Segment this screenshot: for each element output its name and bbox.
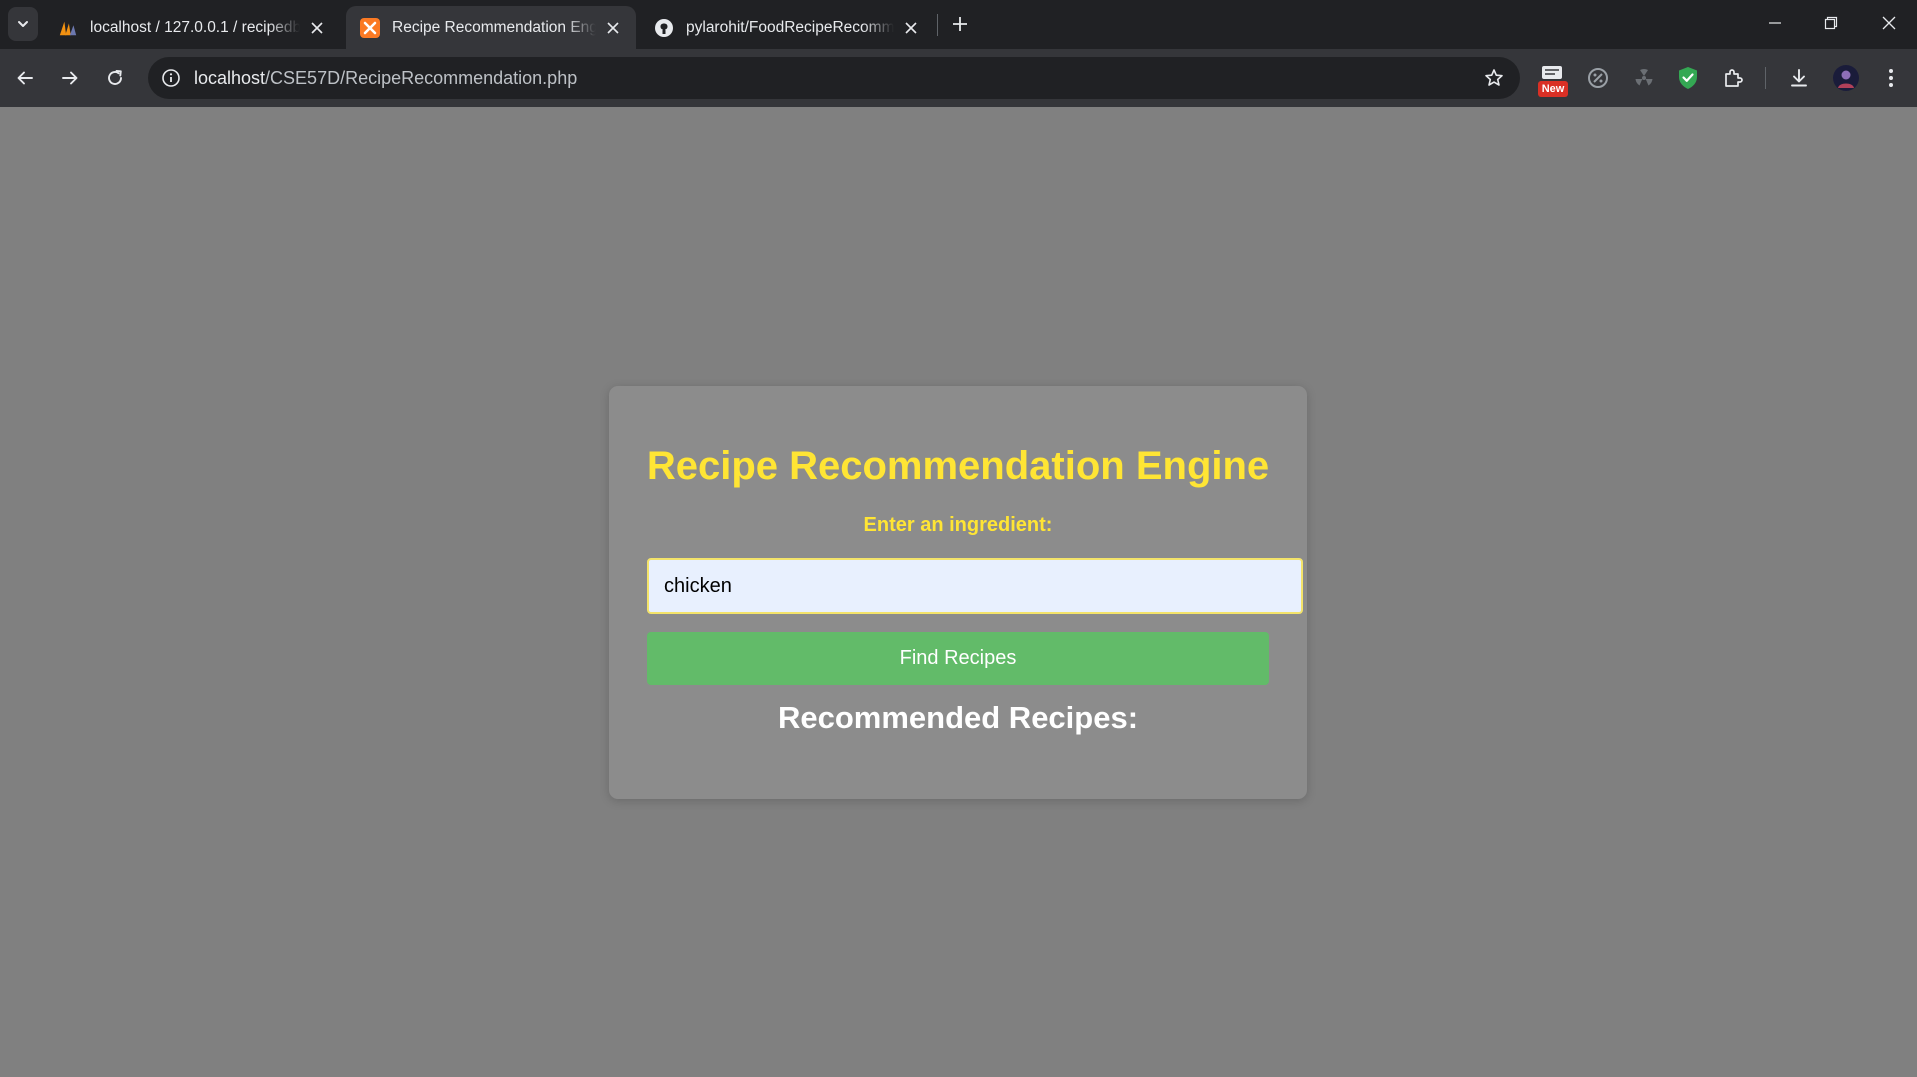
arrow-left-icon	[17, 71, 33, 85]
tab-github[interactable]: pylarohit/FoodRecipeRecommender	[640, 6, 934, 49]
tab-strip: localhost / 127.0.0.1 / recipedb Recipe …	[0, 0, 1917, 49]
phpmyadmin-icon	[58, 18, 78, 38]
address-bar[interactable]: localhost/CSE57D/RecipeRecommendation.ph…	[148, 57, 1520, 99]
minimize-button[interactable]	[1747, 0, 1803, 46]
download-icon[interactable]	[1783, 62, 1815, 94]
minimize-icon	[1769, 22, 1781, 24]
forward-button[interactable]	[53, 61, 87, 95]
arrow-right-icon	[62, 71, 78, 85]
chevron-down-icon	[18, 21, 28, 27]
close-tab-icon[interactable]	[308, 19, 326, 37]
browser-toolbar: localhost/CSE57D/RecipeRecommendation.ph…	[0, 49, 1917, 107]
more-menu-icon[interactable]	[1875, 62, 1907, 94]
profile-avatar[interactable]	[1830, 62, 1862, 94]
shield-icon[interactable]	[1672, 62, 1704, 94]
url-host: localhost	[194, 68, 266, 88]
tab-title: pylarohit/FoodRecipeRecommender	[686, 18, 894, 36]
back-button[interactable]	[8, 61, 42, 95]
recipe-form-card: Recipe Recommendation Engine Enter an in…	[609, 386, 1307, 799]
new-badge: New	[1538, 81, 1568, 97]
tab-phpmyadmin[interactable]: localhost / 127.0.0.1 / recipedb	[44, 6, 340, 49]
tab-title: Recipe Recommendation Engine	[392, 18, 596, 36]
tab-separator	[937, 14, 938, 36]
url-path: /CSE57D/RecipeRecommendation.php	[265, 68, 578, 88]
recommended-recipes-heading: Recommended Recipes:	[777, 700, 1139, 735]
tab-title: localhost / 127.0.0.1 / recipedb	[90, 18, 300, 36]
restore-button[interactable]	[1803, 0, 1859, 46]
reload-icon	[108, 70, 122, 85]
close-icon	[1882, 16, 1896, 30]
new-tab-button[interactable]	[946, 10, 974, 38]
tab-recipe-engine[interactable]: Recipe Recommendation Engine	[346, 6, 636, 49]
github-icon	[654, 18, 674, 38]
site-info-icon[interactable]	[158, 65, 184, 91]
page-title: Recipe Recommendation Engine	[646, 444, 1270, 488]
close-tab-icon[interactable]	[604, 19, 622, 37]
extension-radiation-icon[interactable]	[1628, 62, 1660, 94]
reload-button[interactable]	[98, 61, 132, 95]
page-viewport: Recipe Recommendation Engine Enter an in…	[0, 107, 1917, 1077]
puzzle-extensions-icon[interactable]	[1717, 62, 1749, 94]
url-text[interactable]: localhost/CSE57D/RecipeRecommendation.ph…	[194, 68, 577, 89]
close-window-button[interactable]	[1861, 0, 1917, 46]
extension-percent-icon[interactable]	[1582, 62, 1614, 94]
bookmark-star-icon[interactable]	[1482, 66, 1506, 90]
tab-search-button[interactable]	[8, 7, 38, 41]
restore-icon	[1824, 16, 1838, 30]
xampp-icon	[360, 17, 380, 38]
ingredient-input[interactable]	[647, 558, 1303, 614]
close-tab-icon[interactable]	[902, 19, 920, 37]
find-recipes-button[interactable]: Find Recipes	[647, 632, 1269, 685]
plus-icon	[953, 17, 967, 31]
toolbar-separator	[1765, 67, 1766, 89]
ingredient-label: Enter an ingredient:	[863, 514, 1053, 536]
